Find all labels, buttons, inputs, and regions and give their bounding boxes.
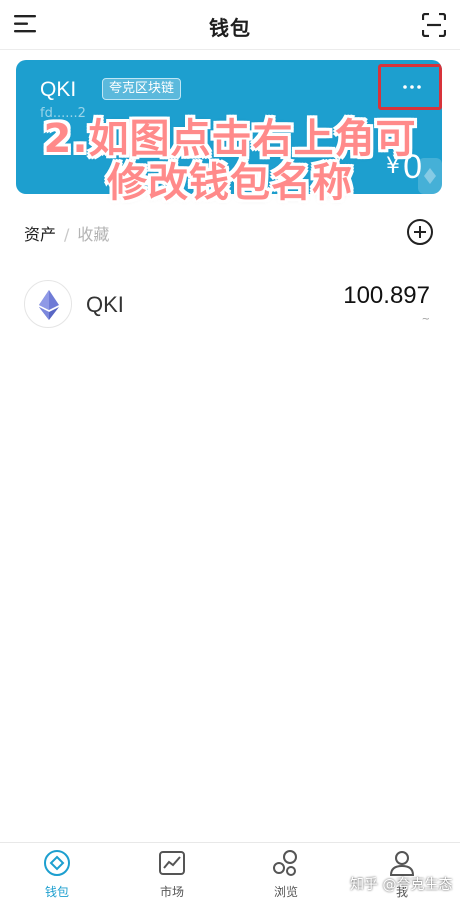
nav-browse[interactable]: 浏览 [246, 849, 326, 903]
chain-badge: 夸克区块链 [102, 78, 182, 100]
user-nav-icon [389, 851, 415, 876]
chart-nav-icon [159, 851, 185, 875]
add-token-icon[interactable] [406, 218, 434, 246]
nav-wallet[interactable]: 钱包 [17, 849, 97, 903]
tutorial-caption-line2: 修改钱包名称 [107, 160, 353, 206]
ethereum-diamond-icon [39, 290, 59, 320]
token-symbol: QKI [86, 292, 124, 317]
tab-assets[interactable]: 资产 [24, 225, 56, 244]
token-amount: 100.897 [343, 282, 430, 309]
scan-icon[interactable] [422, 13, 446, 37]
asset-row[interactable]: QKI 100.897 ~ [0, 270, 460, 340]
bottom-navigation: 钱包 市场 浏览 我 [0, 842, 460, 904]
tab-favorites[interactable]: 收藏 [77, 225, 109, 244]
bubbles-nav-icon [273, 850, 297, 876]
nav-market-label: 市场 [159, 885, 184, 899]
nav-wallet-label: 钱包 [44, 885, 69, 899]
token-fiat-value: ~ [421, 314, 430, 325]
token-logo [24, 280, 72, 328]
tab-separator: / [64, 225, 70, 244]
page-title: 钱包 [209, 16, 251, 40]
nav-market[interactable]: 市场 [132, 849, 212, 903]
wallet-name: QKI [40, 78, 77, 101]
nav-browse-label: 浏览 [273, 885, 298, 899]
source-watermark: 知乎 @夸克生态 [350, 877, 453, 893]
asset-tabs: 资产 / 收藏 [24, 221, 109, 245]
wallet-nav-icon [44, 850, 70, 876]
more-options-highlight[interactable] [378, 64, 442, 110]
more-dots-icon[interactable] [403, 85, 421, 89]
top-app-bar: 钱包 [0, 0, 460, 50]
